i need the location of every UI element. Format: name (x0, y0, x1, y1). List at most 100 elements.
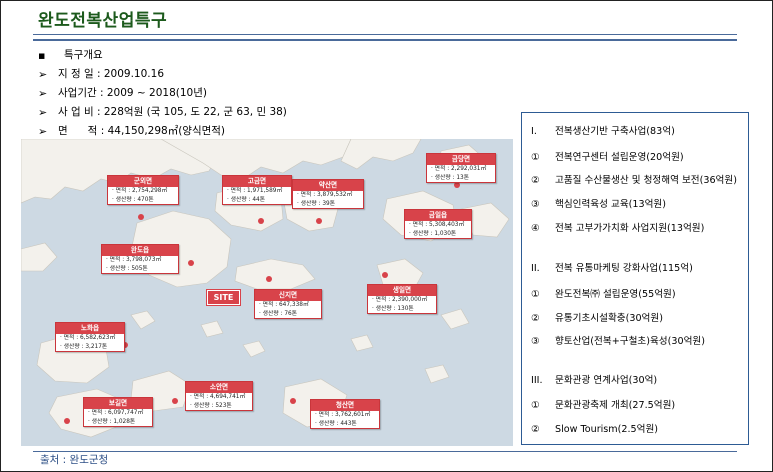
category-title: 전복생산기반 구축사업(83억) (555, 126, 675, 137)
project-category: I. 전복생산기반 구축사업(83억) (531, 123, 675, 137)
region-callout-wando-eup: 완도읍 · 면적 : 3,798,073㎡ · 생산량 : 505톤 (101, 244, 179, 275)
category-number: II. (531, 263, 540, 274)
item-number: ② (531, 175, 540, 186)
location-marker (64, 418, 70, 424)
region-callout-nohwa: 노화읍 · 면적 : 6,582,623㎡ · 생산량 : 3,217톤 (55, 322, 125, 353)
project-item: ① 완도전복㈜ 설립운영(55억원) (531, 286, 676, 300)
item-number: ③ (531, 199, 540, 210)
location-marker (172, 398, 178, 404)
small-islet-f (424, 364, 450, 384)
region-production: · 생산량 : 1,028톤 (88, 418, 136, 425)
item-number: ③ (531, 336, 540, 347)
region-production: · 생산량 : 3,217톤 (60, 343, 108, 350)
region-name: 보길면 (84, 398, 152, 409)
item-text: 문화관광축제 개최(27.5억원) (555, 400, 676, 411)
bullet-square-icon: ▪ (38, 49, 46, 62)
overview-value: 2009.10.16 (103, 68, 164, 80)
overview-separator: : (93, 106, 104, 118)
small-islet-d (440, 308, 470, 330)
arrow-bullet-icon: ➢ (38, 106, 48, 119)
overview-row: ➢ 지 정 일 : 2009.10.16 (38, 65, 287, 84)
region-area: · 면적 : 6,582,623㎡ (60, 335, 116, 341)
category-title: 문화관광 연계사업(30억) (555, 375, 658, 386)
category-number: I. (531, 126, 537, 137)
region-area: · 면적 : 647,338㎡ (259, 302, 309, 308)
region-production: · 생산량 : 1,030톤 (409, 230, 457, 237)
region-production: · 생산량 : 470톤 (112, 196, 154, 203)
overview-section: ▪ 특구개요 ➢ 지 정 일 : 2009.10.16 ➢ 사업기간 : 200… (38, 46, 287, 141)
arrow-bullet-icon: ➢ (38, 87, 48, 100)
region-callout-saengil: 생일면 · 면적 : 2,390,000㎡ · 생산량 : 130톤 (367, 284, 437, 315)
location-marker (188, 260, 194, 266)
region-area: · 면적 : 5,308,403㎡ (409, 222, 465, 228)
title-divider (33, 34, 737, 35)
region-area: · 면적 : 6,097,747㎡ (88, 410, 144, 416)
arrow-bullet-icon: ➢ (38, 68, 48, 81)
item-number: ② (531, 313, 540, 324)
region-production: · 생산량 : 130톤 (372, 305, 414, 312)
item-number: ② (531, 424, 540, 435)
region-name: 약산면 (293, 180, 363, 191)
project-item: ③ 향토산업(전복+구철초)육성(30억원) (531, 333, 705, 347)
item-text: 유통기초시설확충(30억원) (555, 313, 663, 324)
project-item: ④ 전복 고부가가치화 사업지원(13억원) (531, 220, 704, 234)
region-callout-geumil: 금일읍 · 면적 : 5,308,403㎡ · 생산량 : 1,030톤 (404, 209, 472, 240)
project-category: II. 전복 유통마케팅 강화사업(115억) (531, 260, 693, 274)
region-callout-soan: 소안면 · 면적 : 4,694,741㎡ · 생산량 : 523톤 (185, 381, 253, 412)
region-callout-geumdang: 금당면 · 면적 : 2,292,031㎡ · 생산량 : 13톤 (426, 153, 496, 184)
item-text: 완도전복㈜ 설립운영(55억원) (555, 289, 676, 300)
item-text: 전복 고부가가치화 사업지원(13억원) (555, 223, 705, 234)
project-list-panel: I. 전복생산기반 구축사업(83억) ① 전복연구센터 설립운영(20억원) ② 고… (521, 112, 749, 445)
overview-value: 2009 ~ 2018(10년) (106, 87, 207, 99)
category-number: III. (531, 375, 543, 386)
region-name: 금일읍 (405, 210, 471, 221)
region-callout-yaksan: 약산면 · 면적 : 3,879,532㎡ · 생산량 : 39톤 (292, 179, 364, 210)
region-area: · 면적 : 2,754,298㎡ (112, 188, 168, 194)
region-name: 완도읍 (102, 245, 178, 256)
project-item: ③ 핵심인력육성 교육(13억원) (531, 196, 666, 210)
wando-map: 군외면 · 면적 : 2,754,298㎡ · 생산량 : 470톤 고금면 ·… (21, 139, 513, 446)
project-item: ① 문화관광축제 개최(27.5억원) (531, 397, 675, 411)
sinji-island (234, 258, 316, 290)
location-marker (316, 218, 322, 224)
item-number: ① (531, 152, 540, 163)
overview-separator: : (93, 68, 104, 80)
location-marker (138, 214, 144, 220)
region-production: · 생산량 : 13톤 (431, 174, 470, 181)
item-text: Slow Tourism(2.5억원) (555, 424, 659, 435)
location-marker (290, 398, 296, 404)
source-divider (33, 451, 737, 452)
small-islet-e (350, 334, 374, 352)
region-callout-cheongsan: 청산면 · 면적 : 3,762,601㎡ · 생산량 : 443톤 (310, 399, 380, 430)
overview-row: ➢ 사업기간 : 2009 ~ 2018(10년) (38, 84, 287, 103)
region-production: · 생산량 : 505톤 (106, 265, 148, 272)
project-item: ① 전복연구센터 설립운영(20억원) (531, 149, 684, 163)
north-coast-east (340, 139, 422, 170)
region-name: 소안면 (186, 382, 252, 393)
overview-heading-row: ▪ 특구개요 (38, 46, 287, 65)
item-text: 전복연구센터 설립운영(20억원) (555, 152, 684, 163)
region-callout-gunoe: 군외면 · 면적 : 2,754,298㎡ · 생산량 : 470톤 (107, 175, 179, 206)
location-marker (258, 218, 264, 224)
region-name: 금당면 (427, 154, 495, 165)
overview-label: 사 업 비 (58, 106, 94, 118)
item-text: 고품질 수산물생산 및 청정해역 보전(36억원) (555, 175, 737, 186)
project-item: ② 유통기초시설확충(30억원) (531, 310, 663, 324)
region-callout-gogeum: 고금면 · 면적 : 1,971,589㎡ · 생산량 : 44톤 (222, 175, 292, 206)
overview-label: 사업기간 (58, 87, 97, 99)
region-name: 신지면 (255, 290, 321, 301)
region-area: · 면적 : 3,798,073㎡ (106, 257, 162, 263)
region-area: · 면적 : 3,762,601㎡ (315, 412, 371, 418)
region-name: 고금면 (223, 176, 291, 187)
category-title: 전복 유통마케팅 강화사업(115억) (555, 263, 693, 274)
region-name: 군외면 (108, 176, 178, 187)
small-islet-a (130, 310, 156, 330)
region-area: · 면적 : 2,390,000㎡ (372, 297, 428, 303)
item-text: 핵심인력육성 교육(13억원) (555, 199, 667, 210)
region-name: 생일면 (368, 285, 436, 296)
site-marker: SITE (207, 290, 240, 305)
region-area: · 면적 : 4,694,741㎡ (190, 394, 246, 400)
project-item: ② 고품질 수산물생산 및 청정해역 보전(36억원) (531, 172, 737, 186)
small-islet-b (242, 340, 266, 358)
project-item: ② Slow Tourism(2.5억원) (531, 421, 658, 435)
